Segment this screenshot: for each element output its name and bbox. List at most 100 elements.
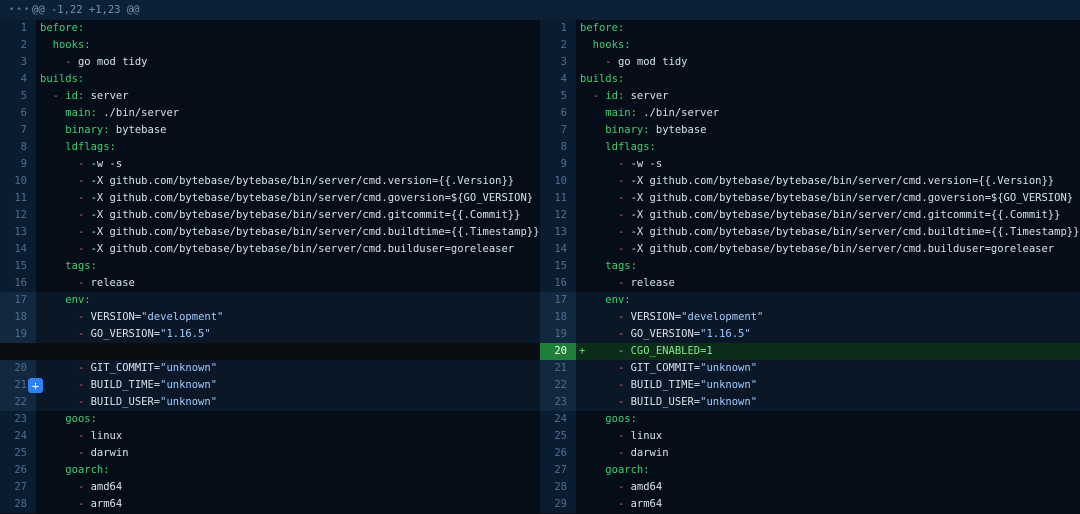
code-line: - BUILD_TIME="unknown" — [576, 377, 1080, 394]
syntax-token: goarch: — [65, 464, 109, 476]
line-number[interactable]: 19 — [540, 326, 576, 343]
line-number[interactable]: 4 — [540, 71, 576, 88]
syntax-token — [40, 175, 78, 187]
code-line: - -X github.com/bytebase/bytebase/bin/se… — [576, 241, 1080, 258]
syntax-token: binary: — [65, 124, 109, 136]
line-number[interactable]: 10 — [540, 173, 576, 190]
diff-hunk-bar: ••• @@ -1,22 +1,23 @@ — [0, 0, 1080, 20]
line-number[interactable]: 6 — [540, 105, 576, 122]
code-line: builds: — [576, 71, 1080, 88]
line-number[interactable]: 14 — [0, 241, 36, 258]
syntax-token — [580, 447, 618, 459]
diff-pane-new: 1before:2 hooks:3 - go mod tidy4builds:5… — [540, 20, 1080, 514]
line-number[interactable]: 21 — [540, 360, 576, 377]
syntax-token: "unknown" — [700, 379, 757, 391]
line-number[interactable]: 23 — [0, 411, 36, 428]
syntax-token: -X github.com/bytebase/bytebase/bin/serv… — [84, 243, 514, 255]
line-number[interactable]: 2 — [0, 37, 36, 54]
syntax-token — [580, 56, 605, 68]
line-number[interactable]: 17 — [540, 292, 576, 309]
line-number[interactable]: 5 — [540, 88, 576, 105]
line-number[interactable]: 15 — [0, 258, 36, 275]
line-number[interactable]: 8 — [540, 139, 576, 156]
line-number[interactable]: 23 — [540, 394, 576, 411]
line-number[interactable]: 11 — [0, 190, 36, 207]
syntax-token: bytebase — [110, 124, 167, 136]
line-number[interactable]: 12 — [540, 207, 576, 224]
line-number[interactable]: 3 — [0, 54, 36, 71]
line-number[interactable]: 26 — [540, 445, 576, 462]
syntax-token: VERSION= — [624, 311, 681, 323]
diff-row: 25 - darwin — [0, 445, 540, 462]
line-number[interactable]: 1 — [540, 20, 576, 37]
syntax-token: - CGO_ENABLED=1 — [580, 345, 713, 357]
line-number[interactable]: 24 — [0, 428, 36, 445]
syntax-token: "development" — [141, 311, 223, 323]
line-number[interactable]: 2 — [540, 37, 576, 54]
code-line: goarch: — [576, 462, 1080, 479]
line-number[interactable]: 13 — [0, 224, 36, 241]
diff-viewer: ••• @@ -1,22 +1,23 @@ 1before:2 hooks:3 … — [0, 0, 1080, 514]
line-number[interactable]: 4 — [0, 71, 36, 88]
line-number[interactable]: 14 — [540, 241, 576, 258]
line-number[interactable]: 6 — [0, 105, 36, 122]
line-number[interactable]: 3 — [540, 54, 576, 71]
syntax-token — [580, 141, 605, 153]
syntax-token — [580, 39, 593, 51]
line-number[interactable]: 20 — [0, 360, 36, 377]
syntax-token — [580, 362, 618, 374]
line-number[interactable]: 7 — [0, 122, 36, 139]
diff-row: 17 env: — [540, 292, 1080, 309]
line-number[interactable]: 13 — [540, 224, 576, 241]
code-line: - -X github.com/bytebase/bytebase/bin/se… — [36, 224, 540, 241]
code-line: - release — [36, 275, 540, 292]
add-comment-button[interactable]: + — [28, 378, 43, 393]
line-number[interactable]: 5 — [0, 88, 36, 105]
line-number[interactable]: 12 — [0, 207, 36, 224]
line-number[interactable]: 29 — [540, 496, 576, 513]
line-number[interactable]: 20 — [540, 343, 576, 360]
code-line: goos: — [36, 411, 540, 428]
syntax-token — [40, 260, 65, 272]
line-number[interactable]: 22 — [0, 394, 36, 411]
syntax-token: "development" — [681, 311, 763, 323]
line-number[interactable]: 25 — [540, 428, 576, 445]
code-line: - -X github.com/bytebase/bytebase/bin/se… — [36, 207, 540, 224]
diff-row: 2 hooks: — [540, 37, 1080, 54]
line-number[interactable]: 18 — [540, 309, 576, 326]
code-line: tags: — [36, 258, 540, 275]
line-number[interactable]: 25 — [0, 445, 36, 462]
line-number[interactable]: 27 — [0, 479, 36, 496]
diff-row: 4builds: — [0, 71, 540, 88]
line-number[interactable]: 17 — [0, 292, 36, 309]
diff-row: 11 - -X github.com/bytebase/bytebase/bin… — [540, 190, 1080, 207]
line-number[interactable]: 9 — [0, 156, 36, 173]
line-number[interactable] — [0, 343, 36, 360]
line-number[interactable]: 26 — [0, 462, 36, 479]
line-number[interactable]: 8 — [0, 139, 36, 156]
line-number[interactable]: 18 — [0, 309, 36, 326]
line-number[interactable]: 1 — [0, 20, 36, 37]
line-number[interactable]: 16 — [540, 275, 576, 292]
syntax-token: VERSION= — [84, 311, 141, 323]
code-line: - -w -s — [576, 156, 1080, 173]
line-number[interactable]: 28 — [540, 479, 576, 496]
overflow-menu-icon[interactable]: ••• — [0, 5, 32, 15]
line-number[interactable]: 10 — [0, 173, 36, 190]
diff-row: 8 ldflags: — [0, 139, 540, 156]
line-number[interactable]: 15 — [540, 258, 576, 275]
syntax-token — [580, 209, 618, 221]
line-number[interactable]: 7 — [540, 122, 576, 139]
line-number[interactable]: 11 — [540, 190, 576, 207]
line-number[interactable]: 28 — [0, 496, 36, 513]
line-number[interactable]: 16 — [0, 275, 36, 292]
line-number[interactable]: 9 — [540, 156, 576, 173]
code-line: - -X github.com/bytebase/bytebase/bin/se… — [576, 207, 1080, 224]
line-number[interactable]: 24 — [540, 411, 576, 428]
syntax-token: builds: — [580, 73, 624, 85]
line-number[interactable]: 19 — [0, 326, 36, 343]
code-line: - linux — [576, 428, 1080, 445]
line-number[interactable]: 27 — [540, 462, 576, 479]
diff-row: 20 - GIT_COMMIT="unknown" — [0, 360, 540, 377]
line-number[interactable]: 22 — [540, 377, 576, 394]
